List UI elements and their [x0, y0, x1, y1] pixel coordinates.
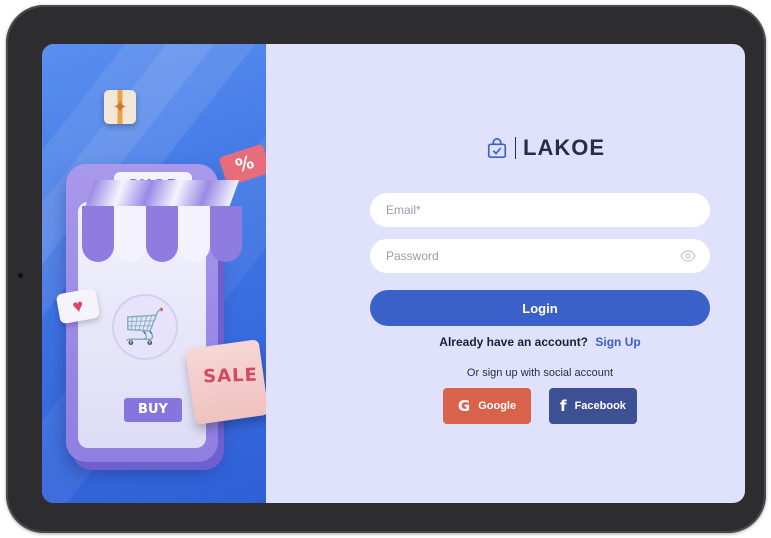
shopping-cart-icon: 🛒	[112, 294, 178, 360]
sale-label: SALE	[202, 364, 259, 388]
signup-link[interactable]: Sign Up	[595, 335, 640, 349]
app-screen: ✦ % SHOP 🛒 BUY ♥ SALE ★	[42, 44, 745, 503]
awning-top	[84, 180, 240, 208]
login-button[interactable]: Login	[370, 290, 710, 326]
email-field[interactable]	[370, 192, 710, 228]
shopping-bag-illustration: SALE	[185, 339, 266, 425]
login-panel: ★ LAKOE Login	[266, 44, 745, 503]
facebook-label: Facebook	[574, 400, 626, 412]
camera	[18, 273, 23, 278]
shop-illustration: ✦ % SHOP 🛒 BUY ♥ SALE	[42, 44, 266, 503]
brand-divider	[515, 137, 516, 159]
email-input[interactable]	[384, 192, 696, 228]
facebook-button[interactable]: f Facebook	[549, 388, 637, 424]
password-field[interactable]	[370, 238, 710, 274]
eye-icon[interactable]	[680, 250, 696, 262]
gift-icon: ✦	[104, 90, 136, 124]
google-button[interactable]: G Google	[443, 388, 531, 424]
google-icon: G	[457, 397, 471, 415]
password-input[interactable]	[384, 238, 680, 274]
social-prompt: Or sign up with social account	[466, 367, 614, 379]
facebook-icon: f	[560, 397, 567, 415]
brand-logo: LAKOE	[486, 135, 605, 161]
google-label: Google	[478, 400, 517, 412]
tablet-frame: ✦ % SHOP 🛒 BUY ♥ SALE ★	[6, 5, 766, 533]
signup-prompt: Already have an account? Sign Up	[370, 335, 710, 349]
shopping-bag-check-icon	[487, 138, 507, 158]
brand-name: LAKOE	[523, 135, 605, 160]
awning	[82, 206, 242, 262]
buy-sign: BUY	[124, 398, 182, 422]
account-prompt-text: Already have an account?	[439, 335, 589, 349]
